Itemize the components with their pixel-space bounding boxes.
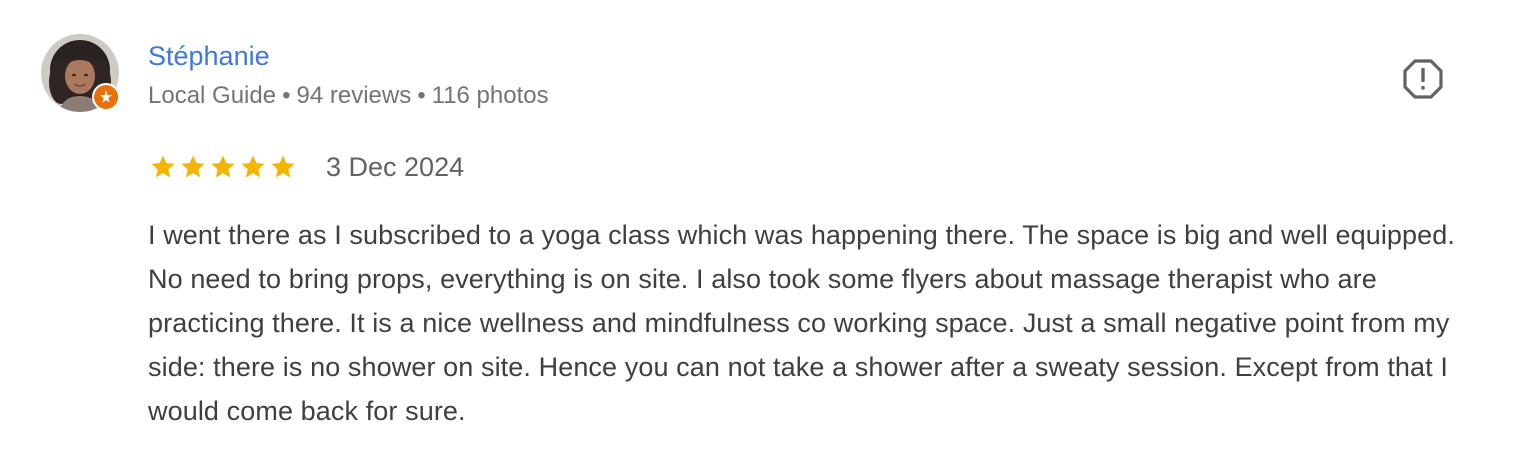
star-icon (271, 155, 295, 178)
meta-separator: • (417, 82, 426, 109)
avatar[interactable] (41, 34, 121, 114)
meta-separator: • (282, 82, 291, 109)
review-count: 94 reviews (296, 82, 412, 109)
star-icon (181, 155, 205, 178)
star-icon (241, 155, 265, 178)
star-rating (148, 153, 298, 181)
star-icon (151, 155, 175, 178)
author-name[interactable]: Stéphanie (148, 40, 270, 72)
review-text: I went there as I subscribed to a yoga c… (148, 220, 1455, 426)
author-meta: Local Guide • 94 reviews • 116 photos (148, 81, 549, 111)
rating-row: 3 Dec 2024 (148, 150, 464, 184)
photo-count: 116 photos (431, 82, 549, 109)
review-card: Stéphanie Local Guide • 94 reviews • 116 pho… (0, 0, 1524, 467)
review-date: 3 Dec 2024 (326, 152, 465, 182)
star-icon (211, 155, 235, 178)
local-guide-star-icon (92, 83, 120, 111)
report-flag-icon[interactable] (1400, 56, 1446, 102)
local-guide-label: Local Guide (148, 82, 277, 109)
